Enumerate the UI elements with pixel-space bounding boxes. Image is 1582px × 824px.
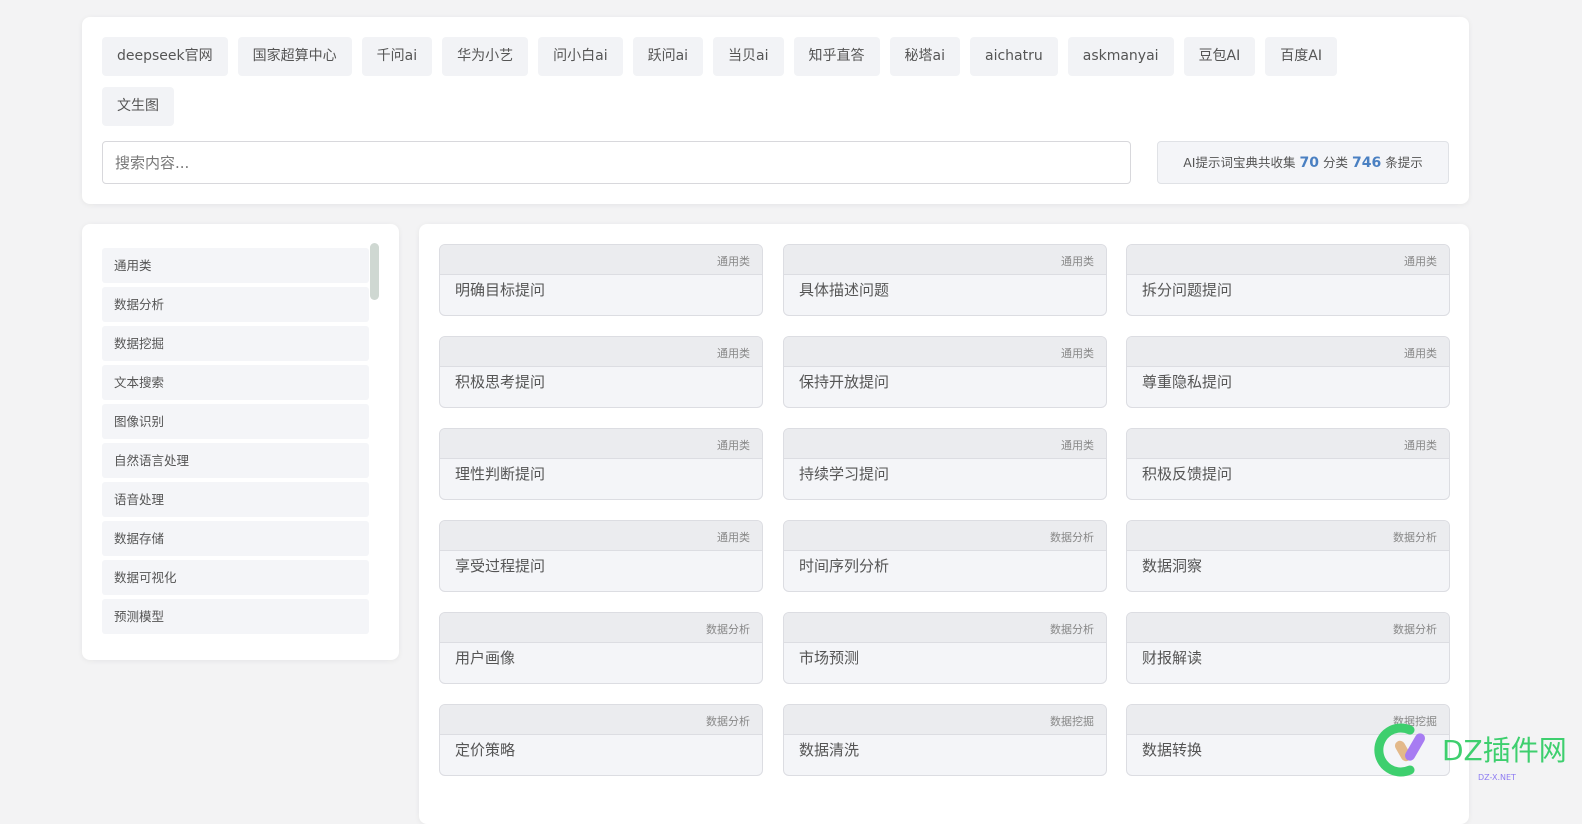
prompt-category: 通用类 [440,337,762,367]
sidebar-scrollbar[interactable] [370,243,379,300]
prompt-category: 通用类 [784,245,1106,275]
prompt-title: 享受过程提问 [455,557,546,575]
sidebar-item[interactable]: 预测模型 [102,599,369,634]
nav-tag[interactable]: 豆包AI [1183,37,1256,76]
header-panel: deepseek官网 国家超算中心 千问ai 华为小艺 问小白ai 跃问ai 当贝ai 知乎直… [82,17,1469,204]
svg-text:DZ插件网: DZ插件网 [1442,734,1567,767]
prompt-category: 数据分析 [1127,613,1449,643]
prompt-card[interactable]: 数据分析财报解读 [1126,612,1450,684]
category-count: 70 [1299,155,1319,171]
prompt-count: 746 [1352,155,1382,171]
prompt-title: 尊重隐私提问 [1142,373,1233,391]
stats-suffix: 条提示 [1385,155,1423,170]
prompt-card[interactable]: 数据分析市场预测 [783,612,1107,684]
watermark-logo: DZ插件网 DZ-X.NET [1374,723,1567,782]
nav-tag[interactable]: deepseek官网 [102,37,228,76]
nav-tag[interactable]: 百度AI [1265,37,1337,76]
prompt-card[interactable]: 通用类尊重隐私提问 [1126,336,1450,408]
prompt-card[interactable]: 数据分析用户画像 [439,612,763,684]
prompt-title: 市场预测 [799,649,860,667]
prompt-category: 通用类 [440,429,762,459]
prompt-card[interactable]: 通用类享受过程提问 [439,520,763,592]
prompt-category: 数据分析 [784,613,1106,643]
stats-mid: 分类 [1322,155,1348,170]
prompt-title: 时间序列分析 [799,557,890,575]
prompt-category: 通用类 [1127,337,1449,367]
prompt-card[interactable]: 通用类明确目标提问 [439,244,763,316]
sidebar-item[interactable]: 语音处理 [102,482,369,517]
prompt-category: 数据分析 [1127,521,1449,551]
prompt-card[interactable]: 通用类保持开放提问 [783,336,1107,408]
prompt-card[interactable]: 通用类具体描述问题 [783,244,1107,316]
prompt-card[interactable]: 通用类拆分问题提问 [1126,244,1450,316]
prompt-card[interactable]: 数据分析定价策略 [439,704,763,776]
stats-prefix: AI提示词宝典共收集 [1183,155,1296,170]
prompt-card[interactable]: 数据分析数据洞察 [1126,520,1450,592]
nav-tag[interactable]: 千问ai [361,37,433,76]
prompt-category: 通用类 [440,521,762,551]
prompt-title: 积极思考提问 [455,373,546,391]
nav-tags: deepseek官网 国家超算中心 千问ai 华为小艺 问小白ai 跃问ai 当贝ai 知乎直… [102,37,1402,126]
prompt-card[interactable]: 数据挖掘数据清洗 [783,704,1107,776]
svg-text:DZ-X.NET: DZ-X.NET [1478,773,1516,782]
sidebar-item[interactable]: 数据存储 [102,521,369,556]
sidebar-item[interactable]: 数据可视化 [102,560,369,595]
prompt-category: 数据挖掘 [784,705,1106,735]
nav-tag[interactable]: 国家超算中心 [237,37,352,76]
nav-tag[interactable]: 秘塔ai [889,37,960,76]
prompt-category: 数据分析 [440,705,762,735]
prompt-category: 通用类 [440,245,762,275]
prompt-title: 财报解读 [1142,649,1203,667]
nav-tag[interactable]: 知乎直答 [793,37,880,76]
prompt-card[interactable]: 通用类理性判断提问 [439,428,763,500]
nav-tag[interactable]: 当贝ai [713,37,784,76]
sidebar-item[interactable]: 图像识别 [102,404,369,439]
stats-box: AI提示词宝典共收集 70 分类 746 条提示 [1157,141,1449,184]
search-input[interactable] [102,141,1131,184]
prompt-category: 数据分析 [440,613,762,643]
prompt-title: 定价策略 [455,741,516,759]
sidebar-item[interactable]: 自然语言处理 [102,443,369,478]
sidebar-item[interactable]: 数据分析 [102,287,369,322]
sidebar-item[interactable]: 文本搜索 [102,365,369,400]
prompt-title: 拆分问题提问 [1142,281,1233,299]
prompt-category: 通用类 [784,337,1106,367]
prompt-category: 通用类 [784,429,1106,459]
prompt-grid: 通用类 明确目标提问 通用类 具体描述问题 通用类 拆分问题提问 通用类 积极思考提问 通用类保… [419,224,1469,824]
prompt-card[interactable]: 通用类积极思考提问 [439,336,763,408]
prompt-category: 数据分析 [784,521,1106,551]
nav-tag[interactable]: askmanyai [1067,37,1174,76]
prompt-title: 保持开放提问 [799,373,890,391]
nav-tag[interactable]: 跃问ai [632,37,704,76]
nav-tag[interactable]: 文生图 [102,87,174,126]
nav-tag[interactable]: 华为小艺 [442,37,529,76]
prompt-title: 明确目标提问 [455,281,546,299]
prompt-category: 通用类 [1127,429,1449,459]
prompt-title: 理性判断提问 [455,465,546,483]
prompt-title: 用户画像 [455,649,516,667]
prompt-title: 积极反馈提问 [1142,465,1233,483]
category-sidebar: 通用类数据分析数据挖掘文本搜索图像识别自然语言处理 语音处理数据存储数据可视化预测… [82,224,399,660]
prompt-title: 数据洞察 [1142,557,1203,575]
sidebar-item[interactable]: 通用类 [102,248,369,283]
sidebar-item[interactable]: 数据挖掘 [102,326,369,361]
nav-tag[interactable]: aichatru [969,37,1058,76]
nav-tag[interactable]: 问小白ai [538,37,623,76]
prompt-card[interactable]: 通用类积极反馈提问 [1126,428,1450,500]
prompt-title: 持续学习提问 [799,465,890,483]
prompt-title: 具体描述问题 [799,281,890,299]
prompt-card[interactable]: 通用类持续学习提问 [783,428,1107,500]
prompt-title: 数据清洗 [799,741,860,759]
prompt-card[interactable]: 数据分析时间序列分析 [783,520,1107,592]
prompt-category: 通用类 [1127,245,1449,275]
